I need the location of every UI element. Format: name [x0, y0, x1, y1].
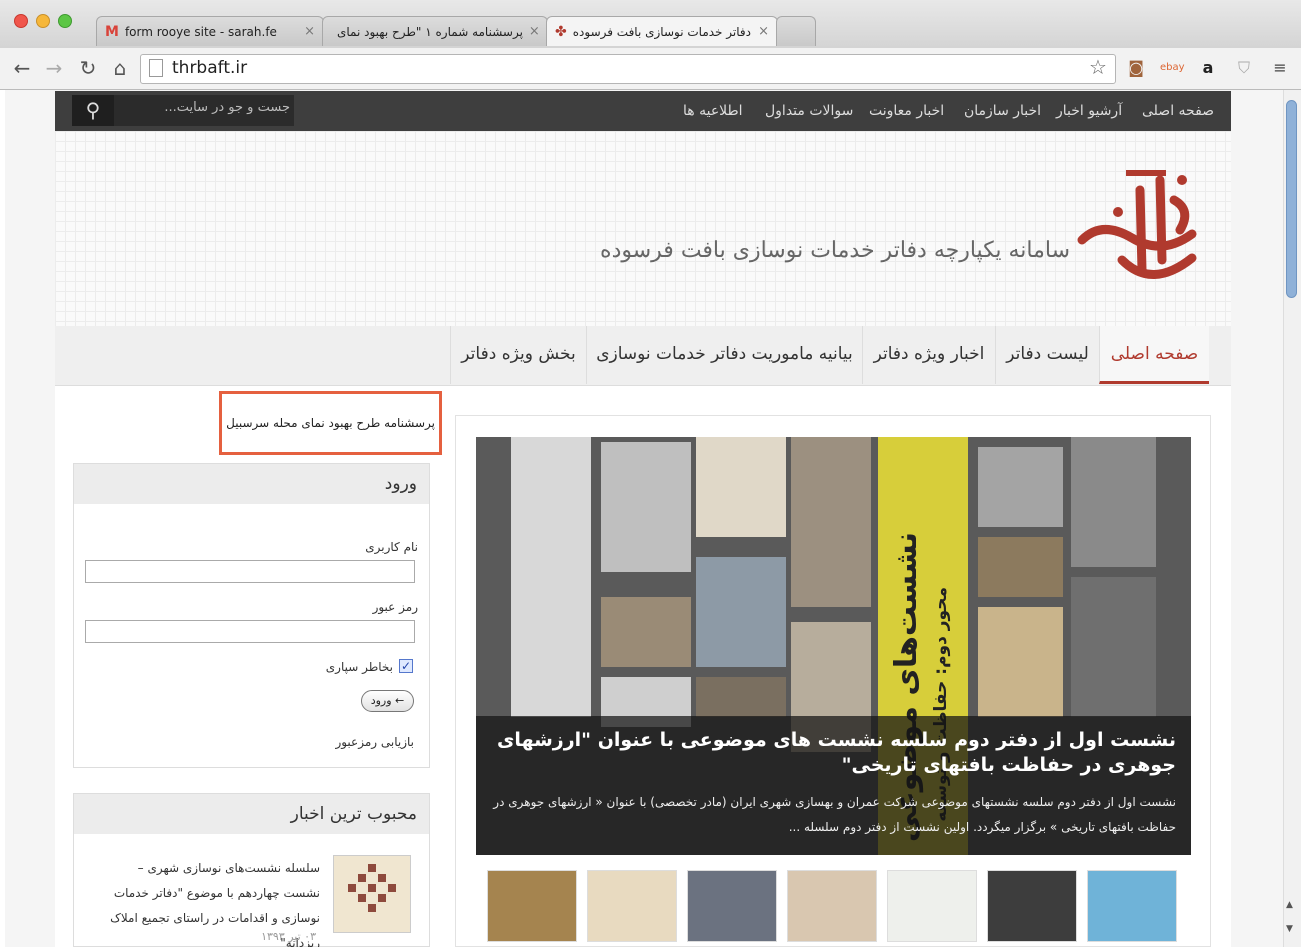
- password-field[interactable]: [85, 620, 415, 643]
- back-icon[interactable]: ←: [10, 56, 34, 80]
- slider-thumbnail[interactable]: [487, 870, 577, 942]
- remember-me-checkbox[interactable]: ✓: [399, 659, 413, 673]
- mainnav-item-special-section[interactable]: بخش ویژه دفاتر: [450, 326, 586, 384]
- tab-label: دفاتر خدمات نوسازی بافت فرسوده: [572, 24, 751, 39]
- site-header: [55, 131, 1231, 326]
- site-icon: ✤: [555, 23, 567, 40]
- amazon-icon[interactable]: a: [1196, 58, 1220, 77]
- topnav-item-faq[interactable]: سوالات متداول: [765, 91, 853, 131]
- tab-label: form rooye site - sarah.fe: [124, 24, 277, 39]
- mainnav-item-office-news[interactable]: اخبار ویژه دفاتر: [862, 326, 995, 384]
- instagram-icon[interactable]: ◙: [1124, 58, 1148, 77]
- menu-icon[interactable]: ≡: [1268, 58, 1292, 77]
- scroll-down-icon[interactable]: ▼: [1286, 924, 1293, 934]
- page-icon: [149, 59, 163, 77]
- popular-news-date: ۰۳ تیر ۱۳۹۳: [261, 930, 316, 943]
- browser-tab-active[interactable]: ✤ دفاتر خدمات نوسازی بافت فرسوده ×: [546, 16, 778, 46]
- close-window-button[interactable]: [14, 14, 28, 28]
- browser-tab-sheets[interactable]: پرسشنامه شماره ۱ "طرح بهبود نمای ×: [322, 16, 548, 46]
- slider-thumbnail[interactable]: [687, 870, 777, 942]
- shield-icon[interactable]: ⛉: [1232, 58, 1256, 78]
- questionnaire-link[interactable]: پرسشنامه طرح بهبود نمای محله سرسبیل: [225, 416, 435, 430]
- login-widget: ورود: [73, 463, 430, 768]
- slider-thumbnail[interactable]: [587, 870, 677, 942]
- site-title: سامانه یکپارچه دفاتر خدمات نوسازی بافت ف…: [600, 238, 1070, 263]
- slider-thumbnail[interactable]: [1087, 870, 1177, 942]
- slider-thumbnail[interactable]: [987, 870, 1077, 942]
- popular-news-thumbnail[interactable]: [333, 855, 411, 933]
- password-label: رمز عبور: [372, 600, 418, 614]
- recover-password-link[interactable]: بازیابی رمزعبور: [280, 735, 414, 749]
- scrollbar-thumb[interactable]: [1286, 100, 1297, 298]
- home-icon[interactable]: ⌂: [108, 56, 132, 80]
- scroll-up-icon[interactable]: ▲: [1286, 900, 1293, 910]
- mainnav-item-home[interactable]: صفحه اصلی: [1099, 326, 1209, 384]
- topnav-item-home[interactable]: صفحه اصلی: [1142, 91, 1214, 131]
- topnav-item-news-archive[interactable]: آرشیو اخبار: [1056, 91, 1122, 131]
- login-button[interactable]: ورود ←: [361, 690, 414, 712]
- bookmark-star-icon[interactable]: ☆: [1086, 55, 1110, 79]
- calligraphy-logo-icon: [1077, 170, 1197, 279]
- site-logo[interactable]: [1062, 150, 1212, 300]
- topnav-item-org-news[interactable]: اخبار سازمان: [964, 91, 1041, 131]
- reload-icon[interactable]: ↻: [76, 56, 100, 80]
- username-label: نام کاربری: [365, 540, 418, 554]
- close-tab-icon[interactable]: ×: [304, 24, 315, 39]
- remember-me-label: بخاطر سپاری: [325, 660, 393, 674]
- maximize-window-button[interactable]: [58, 14, 72, 28]
- topnav-item-announcements[interactable]: اطلاعیه ها: [683, 91, 743, 131]
- close-tab-icon[interactable]: ×: [758, 24, 769, 39]
- mainnav-item-office-list[interactable]: لیست دفاتر: [995, 326, 1099, 384]
- slider-thumbnail[interactable]: [787, 870, 877, 942]
- ebay-icon[interactable]: ebay: [1160, 62, 1185, 73]
- forward-icon[interactable]: →: [42, 56, 66, 80]
- mainnav-item-mission-statement[interactable]: بیانیه ماموریت دفاتر خدمات نوسازی: [586, 326, 862, 384]
- topnav-item-deputy-news[interactable]: اخبار معاونت: [869, 91, 944, 131]
- address-bar[interactable]: [140, 54, 1116, 84]
- news-thumbnail-image: [348, 864, 396, 912]
- url-text: thrbaft.ir: [172, 58, 248, 78]
- tab-label: پرسشنامه شماره ۱ "طرح بهبود نمای: [337, 24, 523, 39]
- search-placeholder: جست و جو در سایت...: [164, 100, 290, 115]
- slider-caption-text: نشست اول از دفتر دوم سلسه نشستهای موضوعی…: [493, 795, 1176, 834]
- close-tab-icon[interactable]: ×: [529, 24, 540, 39]
- new-tab-button[interactable]: [776, 16, 816, 46]
- slider-caption-title[interactable]: نشست اول از دفتر دوم سلسه نشست های موضوع…: [490, 728, 1176, 778]
- popular-news-title: محبوب ترین اخبار: [74, 794, 429, 834]
- search-icon[interactable]: ⚲: [72, 95, 114, 126]
- username-field[interactable]: [85, 560, 415, 583]
- minimize-window-button[interactable]: [36, 14, 50, 28]
- gmail-icon: M: [105, 23, 119, 40]
- browser-tab-gmail[interactable]: M form rooye site - sarah.fe ×: [96, 16, 324, 46]
- slider-thumbnail[interactable]: [887, 870, 977, 942]
- login-title: ورود: [74, 464, 429, 504]
